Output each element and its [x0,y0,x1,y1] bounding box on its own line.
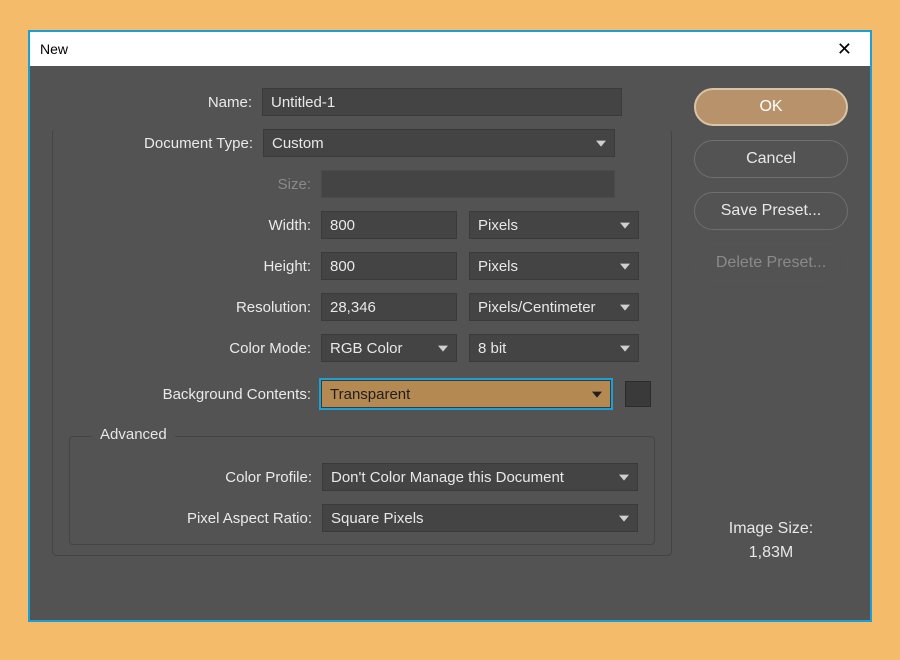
image-size-label: Image Size: [694,520,848,538]
name-label: Name: [52,94,262,111]
close-icon[interactable]: ✕ [829,39,860,60]
advanced-group: Advanced Color Profile: Don't Color Mana… [69,436,655,545]
background-contents-label: Background Contents: [53,386,321,403]
image-size-readout: Image Size: 1,83M [694,520,848,602]
color-depth-select[interactable]: 8 bit [469,334,639,362]
new-document-dialog: New ✕ Name: Untitled-1 Document Type: Cu… [28,30,872,622]
color-profile-select[interactable]: Don't Color Manage this Document [322,463,638,491]
color-mode-label: Color Mode: [53,340,321,357]
color-mode-select[interactable]: RGB Color [321,334,457,362]
form-area: Name: Untitled-1 Document Type: Custom S… [52,88,672,602]
resolution-unit-select[interactable]: Pixels/Centimeter [469,293,639,321]
document-type-label: Document Type: [53,135,263,152]
image-size-value: 1,83M [694,544,848,562]
width-label: Width: [53,217,321,234]
resolution-input[interactable]: 28,346 [321,293,457,321]
cancel-button[interactable]: Cancel [694,140,848,178]
advanced-legend: Advanced [92,426,175,443]
width-unit-select[interactable]: Pixels [469,211,639,239]
size-label: Size: [53,176,321,193]
height-unit-select[interactable]: Pixels [469,252,639,280]
pixel-aspect-select[interactable]: Square Pixels [322,504,638,532]
dialog-title: New [40,41,68,57]
background-contents-select[interactable]: Transparent [321,380,611,408]
background-color-swatch[interactable] [625,381,651,407]
ok-button[interactable]: OK [694,88,848,126]
height-label: Height: [53,258,321,275]
size-select [321,170,615,198]
save-preset-button[interactable]: Save Preset... [694,192,848,230]
document-settings-group: Document Type: Custom Size: Width: 800 [52,129,672,556]
resolution-label: Resolution: [53,299,321,316]
name-input[interactable]: Untitled-1 [262,88,622,116]
button-column: OK Cancel Save Preset... Delete Preset..… [694,88,848,602]
titlebar: New ✕ [30,32,870,66]
color-profile-label: Color Profile: [70,469,322,486]
width-input[interactable]: 800 [321,211,457,239]
delete-preset-button: Delete Preset... [694,244,848,282]
document-type-select[interactable]: Custom [263,129,615,157]
pixel-aspect-label: Pixel Aspect Ratio: [70,510,322,527]
height-input[interactable]: 800 [321,252,457,280]
